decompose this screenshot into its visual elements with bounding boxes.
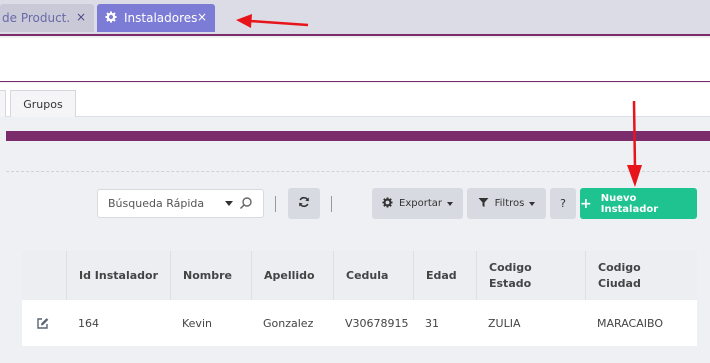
- column-header[interactable]: Codigo Estado: [476, 251, 584, 300]
- column-header-text: Codigo Estado: [489, 260, 532, 290]
- table-cell: ZULIA: [488, 316, 521, 330]
- tab-bar: de Product... × Instaladores ×: [0, 0, 710, 36]
- table-cell: V30678915: [345, 316, 409, 330]
- subtab-partial[interactable]: [0, 90, 6, 117]
- refresh-icon: [298, 196, 310, 211]
- filtros-label: Filtros: [494, 198, 525, 209]
- plus-icon: +: [580, 195, 592, 212]
- gear-icon: [105, 11, 118, 26]
- gear-icon: [382, 196, 393, 211]
- exportar-label: Exportar: [399, 198, 442, 209]
- close-icon[interactable]: ×: [76, 10, 86, 24]
- table-cell: 164: [78, 316, 99, 330]
- column-header[interactable]: Apellido: [251, 251, 333, 300]
- table-cell: 31: [425, 316, 439, 330]
- instaladores-table: Id Instalador Nombre Apellido Cedula Eda…: [22, 251, 697, 346]
- tab-label: de Product...: [2, 11, 70, 25]
- caret-down-icon: [529, 201, 536, 206]
- tab-productos[interactable]: de Product... ×: [0, 4, 94, 32]
- caret-down-icon[interactable]: [225, 201, 233, 206]
- separator: [275, 196, 276, 212]
- close-icon[interactable]: ×: [197, 10, 207, 24]
- separator: [331, 196, 332, 212]
- column-header[interactable]: Edad: [413, 251, 476, 300]
- edit-icon[interactable]: [36, 317, 49, 333]
- refresh-button[interactable]: [288, 188, 320, 219]
- subtab-bar: Grupos: [0, 83, 710, 117]
- tab-grupos[interactable]: Grupos: [10, 90, 76, 117]
- help-button[interactable]: ?: [550, 188, 576, 219]
- caret-down-icon: [446, 201, 453, 206]
- arrow-annotation: [627, 100, 642, 187]
- table-cell: MARACAIBO: [597, 316, 664, 330]
- toolbar-row: [0, 52, 710, 82]
- table-cell: Gonzalez: [263, 316, 314, 330]
- search-input[interactable]: Búsqueda Rápida: [97, 189, 264, 218]
- search-icon[interactable]: [239, 196, 253, 213]
- table-cell: Kevin: [182, 316, 212, 330]
- column-header[interactable]: Cedula: [333, 251, 413, 300]
- nuevo-instalador-button[interactable]: + Nuevo Instalador: [580, 188, 697, 219]
- column-header[interactable]: Nombre: [170, 251, 251, 300]
- filter-icon: [478, 197, 489, 211]
- arrow-annotation: [236, 14, 309, 28]
- filtros-button[interactable]: Filtros: [467, 188, 546, 219]
- exportar-button[interactable]: Exportar: [372, 188, 463, 219]
- search-placeholder: Búsqueda Rápida: [108, 197, 205, 210]
- column-header-text: Codigo Ciudad: [598, 260, 641, 290]
- table-header: Id Instalador Nombre Apellido Cedula Eda…: [22, 251, 697, 300]
- column-header[interactable]: Id Instalador: [66, 251, 170, 300]
- tab-label: Instaladores: [124, 11, 198, 25]
- blank-row: [0, 38, 710, 52]
- divider: [6, 171, 710, 172]
- accent-bar: [6, 131, 710, 141]
- column-header[interactable]: Codigo Ciudad: [585, 251, 697, 300]
- tab-instaladores[interactable]: Instaladores ×: [97, 4, 215, 32]
- nuevo-label: Nuevo Instalador: [600, 192, 659, 215]
